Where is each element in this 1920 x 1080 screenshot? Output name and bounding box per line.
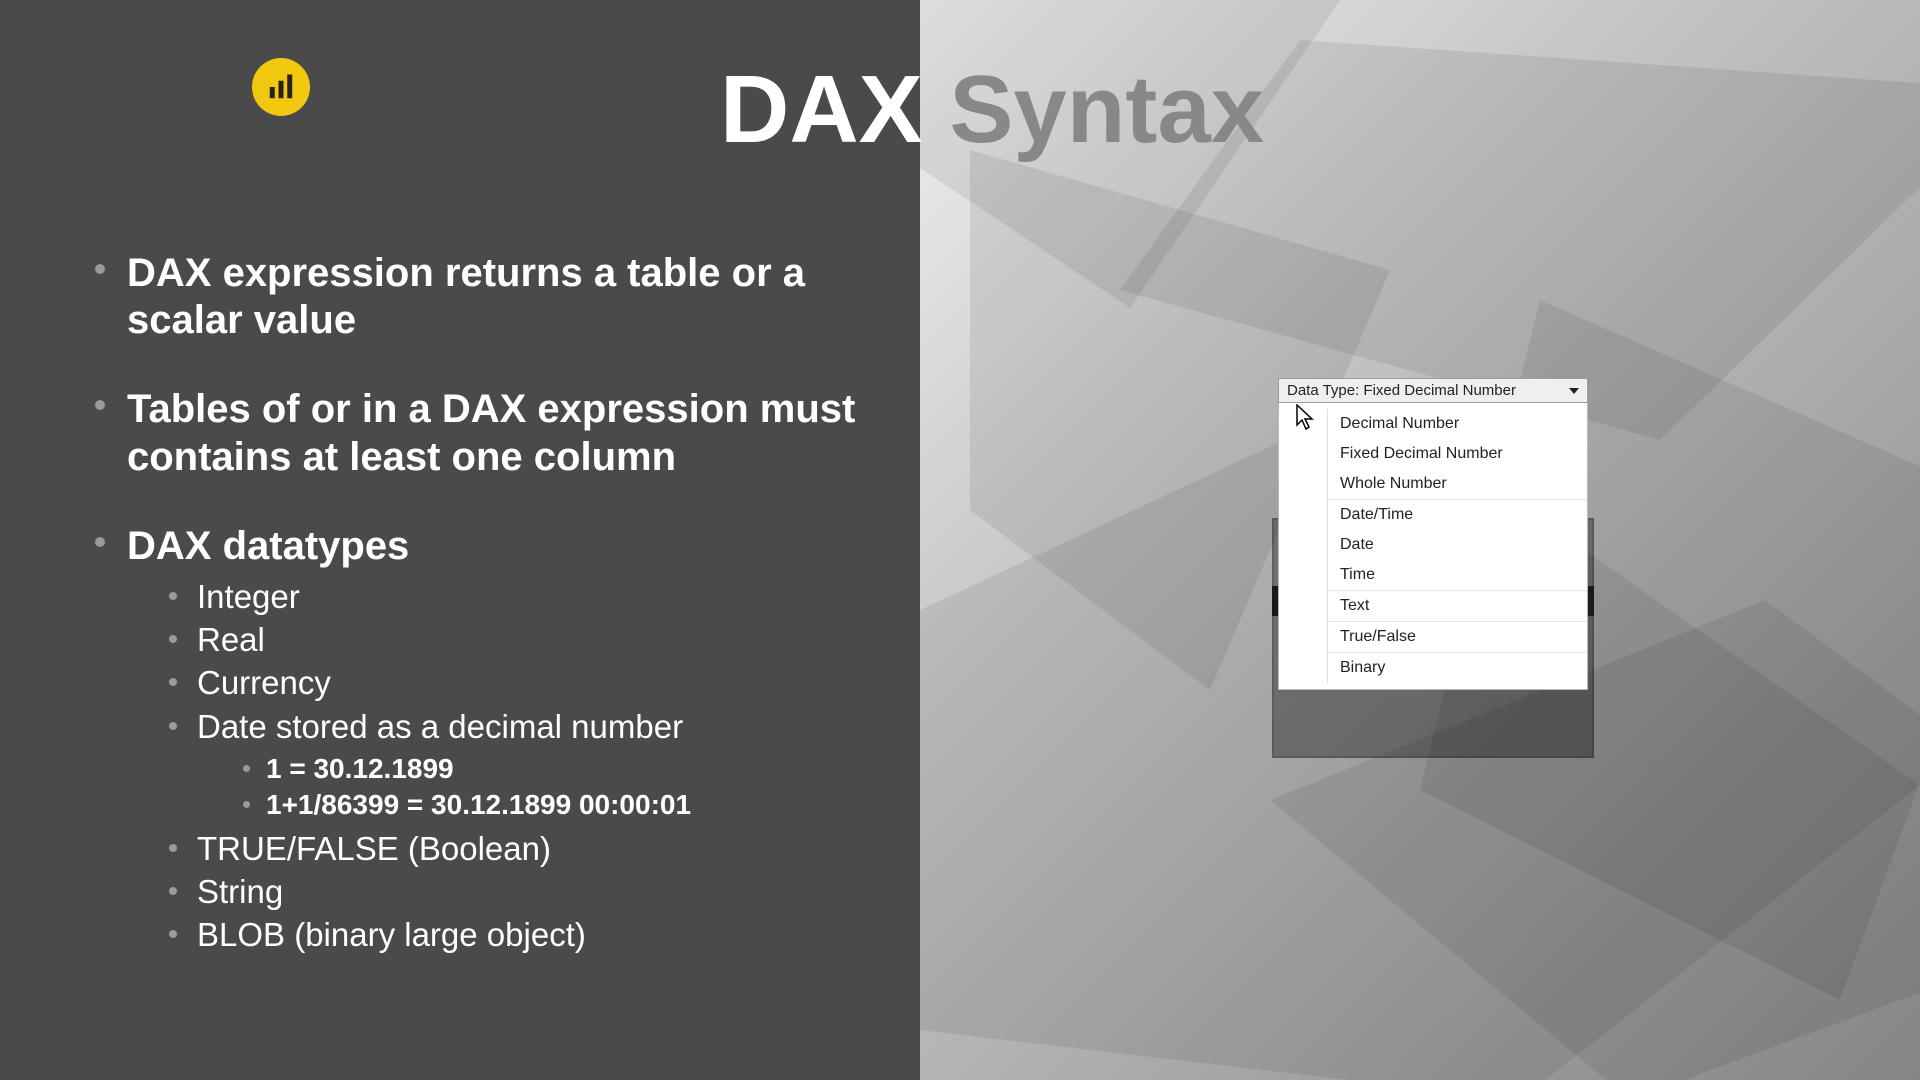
- dropdown-option[interactable]: Fixed Decimal Number: [1328, 439, 1587, 469]
- power-bi-logo-icon: [252, 58, 310, 116]
- bullet-3: DAX datatypes: [95, 523, 915, 570]
- slide: DAX Syntax DAX expression returns a tabl…: [0, 0, 1920, 1080]
- list-item: 1 = 30.12.1899: [243, 751, 915, 787]
- list-item: Date stored as a decimal number: [169, 706, 915, 747]
- list-item-label: Date stored as a decimal number: [197, 706, 683, 747]
- bullet-dot-icon: [95, 400, 105, 410]
- list-item: BLOB (binary large object): [169, 914, 915, 955]
- dropdown-options: Decimal Number Fixed Decimal Number Whol…: [1327, 409, 1587, 683]
- dropdown-option[interactable]: Whole Number: [1328, 469, 1587, 499]
- date-examples: 1 = 30.12.1899 1+1/86399 = 30.12.1899 00…: [243, 751, 915, 824]
- bullet-text: DAX datatypes: [127, 523, 409, 570]
- list-item-label: TRUE/FALSE (Boolean): [197, 828, 551, 869]
- bullet-dot-icon: [169, 635, 177, 643]
- dropdown-option[interactable]: Date/Time: [1328, 499, 1587, 530]
- chevron-down-icon: [1569, 388, 1579, 394]
- dropdown-gutter: [1279, 409, 1327, 683]
- dropdown-trigger[interactable]: Data Type: Fixed Decimal Number: [1278, 378, 1588, 403]
- bullet-dot-icon: [95, 264, 105, 274]
- dropdown-option[interactable]: True/False: [1328, 621, 1587, 652]
- title-part-1: DAX: [720, 56, 923, 163]
- bullet-dot-icon: [243, 765, 250, 772]
- list-item: Currency: [169, 662, 915, 703]
- dropdown-option[interactable]: Text: [1328, 590, 1587, 621]
- list-item: 1+1/86399 = 30.12.1899 00:00:01: [243, 787, 915, 823]
- list-item-label: Integer: [197, 576, 300, 617]
- dropdown-selected-label: Data Type: Fixed Decimal Number: [1287, 382, 1516, 399]
- bullet-text: Tables of or in a DAX expression must co…: [127, 386, 915, 480]
- bullet-dot-icon: [95, 537, 105, 547]
- bullet-dot-icon: [169, 887, 177, 895]
- list-item: Real: [169, 619, 915, 660]
- list-item-label: Currency: [197, 662, 331, 703]
- list-item-label: String: [197, 871, 283, 912]
- bullet-dot-icon: [169, 592, 177, 600]
- bullet-dot-icon: [243, 801, 250, 808]
- bullet-dot-icon: [169, 844, 177, 852]
- list-item: TRUE/FALSE (Boolean): [169, 828, 915, 869]
- dropdown-option[interactable]: Decimal Number: [1328, 409, 1587, 439]
- bullet-dot-icon: [169, 722, 177, 730]
- slide-title: DAX Syntax: [720, 55, 1264, 165]
- list-item-label: Real: [197, 619, 265, 660]
- data-type-dropdown: Data Type: Fixed Decimal Number Decimal …: [1278, 378, 1588, 690]
- dropdown-option[interactable]: Time: [1328, 560, 1587, 590]
- list-item-label: 1 = 30.12.1899: [266, 751, 454, 787]
- bullet-1: DAX expression returns a table or a scal…: [95, 250, 915, 344]
- bullet-dot-icon: [169, 930, 177, 938]
- bullet-2: Tables of or in a DAX expression must co…: [95, 386, 915, 480]
- dropdown-option[interactable]: Binary: [1328, 652, 1587, 683]
- content-area: DAX expression returns a table or a scal…: [95, 250, 915, 957]
- list-item-label: BLOB (binary large object): [197, 914, 586, 955]
- bullet-dot-icon: [169, 678, 177, 686]
- list-item: String: [169, 871, 915, 912]
- dropdown-option[interactable]: Date: [1328, 530, 1587, 560]
- list-item-label: 1+1/86399 = 30.12.1899 00:00:01: [266, 787, 691, 823]
- title-part-2: Syntax: [923, 56, 1264, 163]
- list-item: Integer: [169, 576, 915, 617]
- dropdown-panel: Decimal Number Fixed Decimal Number Whol…: [1278, 403, 1588, 690]
- datatype-list: Integer Real Currency Date stored as a d…: [169, 576, 915, 956]
- bullet-text: DAX expression returns a table or a scal…: [127, 250, 915, 344]
